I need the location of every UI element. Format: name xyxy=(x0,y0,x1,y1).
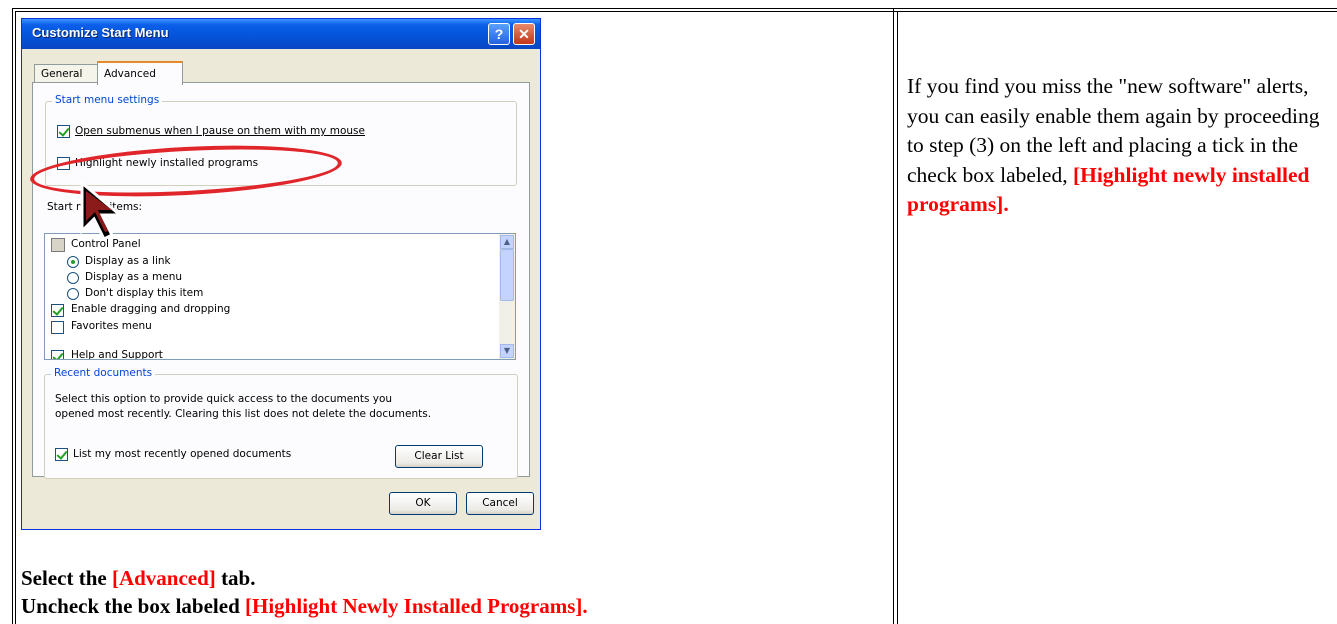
list-recent-label: List my most recently opened documents xyxy=(73,448,292,460)
recent-desc-line2: opened most recently. Clearing this list… xyxy=(55,408,432,420)
table-border-inner-right xyxy=(897,11,898,624)
dont-display-label: Don't display this item xyxy=(85,287,204,299)
table-border-left xyxy=(12,8,13,624)
start-menu-settings-legend: Start menu settings xyxy=(52,94,163,106)
customize-start-menu-dialog: Customize Start Menu ? ✕ General Advance… xyxy=(21,18,541,530)
display-as-link-label: Display as a link xyxy=(85,255,171,267)
title-bar[interactable]: Customize Start Menu ? ✕ xyxy=(22,19,540,49)
table-border-inner-top xyxy=(15,11,1337,12)
display-as-link-radio[interactable] xyxy=(67,256,79,268)
control-panel-icon xyxy=(51,238,65,252)
recent-documents-group: Recent documents Select this option to p… xyxy=(44,367,518,479)
display-as-menu-label: Display as a menu xyxy=(85,271,183,283)
open-submenus-checkbox[interactable] xyxy=(57,125,70,138)
caption-line-2: Uncheck the box labeled [Highlight Newly… xyxy=(21,594,588,619)
list-recent-checkbox[interactable] xyxy=(55,448,68,461)
mouse-cursor-icon xyxy=(80,181,125,241)
caption-2-a: Uncheck the box labeled xyxy=(21,594,246,618)
caption-line-1: Select the [Advanced] tab. xyxy=(21,566,256,591)
caption-2-b: [Highlight Newly Installed Programs]. xyxy=(245,594,588,618)
display-as-menu-radio[interactable] xyxy=(67,272,79,284)
clear-list-button[interactable]: Clear List xyxy=(395,445,483,468)
right-instructions: If you find you miss the "new software" … xyxy=(907,72,1337,220)
cancel-button[interactable]: Cancel xyxy=(466,492,534,515)
scroll-thumb[interactable] xyxy=(500,249,514,301)
favorites-menu-checkbox[interactable] xyxy=(51,321,64,334)
table-border-inner-left xyxy=(15,11,16,624)
dont-display-radio[interactable] xyxy=(67,288,79,300)
caption-1-c: tab. xyxy=(215,566,256,590)
enable-drag-label: Enable dragging and dropping xyxy=(71,303,231,315)
close-button[interactable]: ✕ xyxy=(513,23,535,45)
recent-desc-line1: Select this option to provide quick acce… xyxy=(55,393,393,405)
scroll-down-arrow[interactable]: ▼ xyxy=(500,344,514,358)
table-border-middle xyxy=(893,8,894,624)
help-button[interactable]: ? xyxy=(488,23,510,45)
table-border-top xyxy=(12,8,1337,9)
tab-general[interactable]: General xyxy=(34,64,98,83)
caption-1-a: Select the xyxy=(21,566,112,590)
start-menu-items-list[interactable]: Control Panel Display as a link Display … xyxy=(44,233,516,360)
help-support-label: Help and Support xyxy=(71,349,163,360)
ok-button[interactable]: OK xyxy=(389,492,457,515)
scroll-up-arrow[interactable]: ▲ xyxy=(500,235,514,249)
favorites-menu-label: Favorites menu xyxy=(71,320,152,332)
enable-drag-checkbox[interactable] xyxy=(51,304,64,317)
help-support-checkbox[interactable] xyxy=(51,350,64,359)
dialog-title: Customize Start Menu xyxy=(32,25,169,40)
list-scrollbar[interactable]: ▲ ▼ xyxy=(499,234,515,359)
caption-1-b: [Advanced] xyxy=(111,566,216,590)
tab-advanced[interactable]: Advanced xyxy=(97,61,183,85)
open-submenus-label: Open submenus when I pause on them with … xyxy=(75,125,365,137)
recent-documents-legend: Recent documents xyxy=(51,367,156,379)
